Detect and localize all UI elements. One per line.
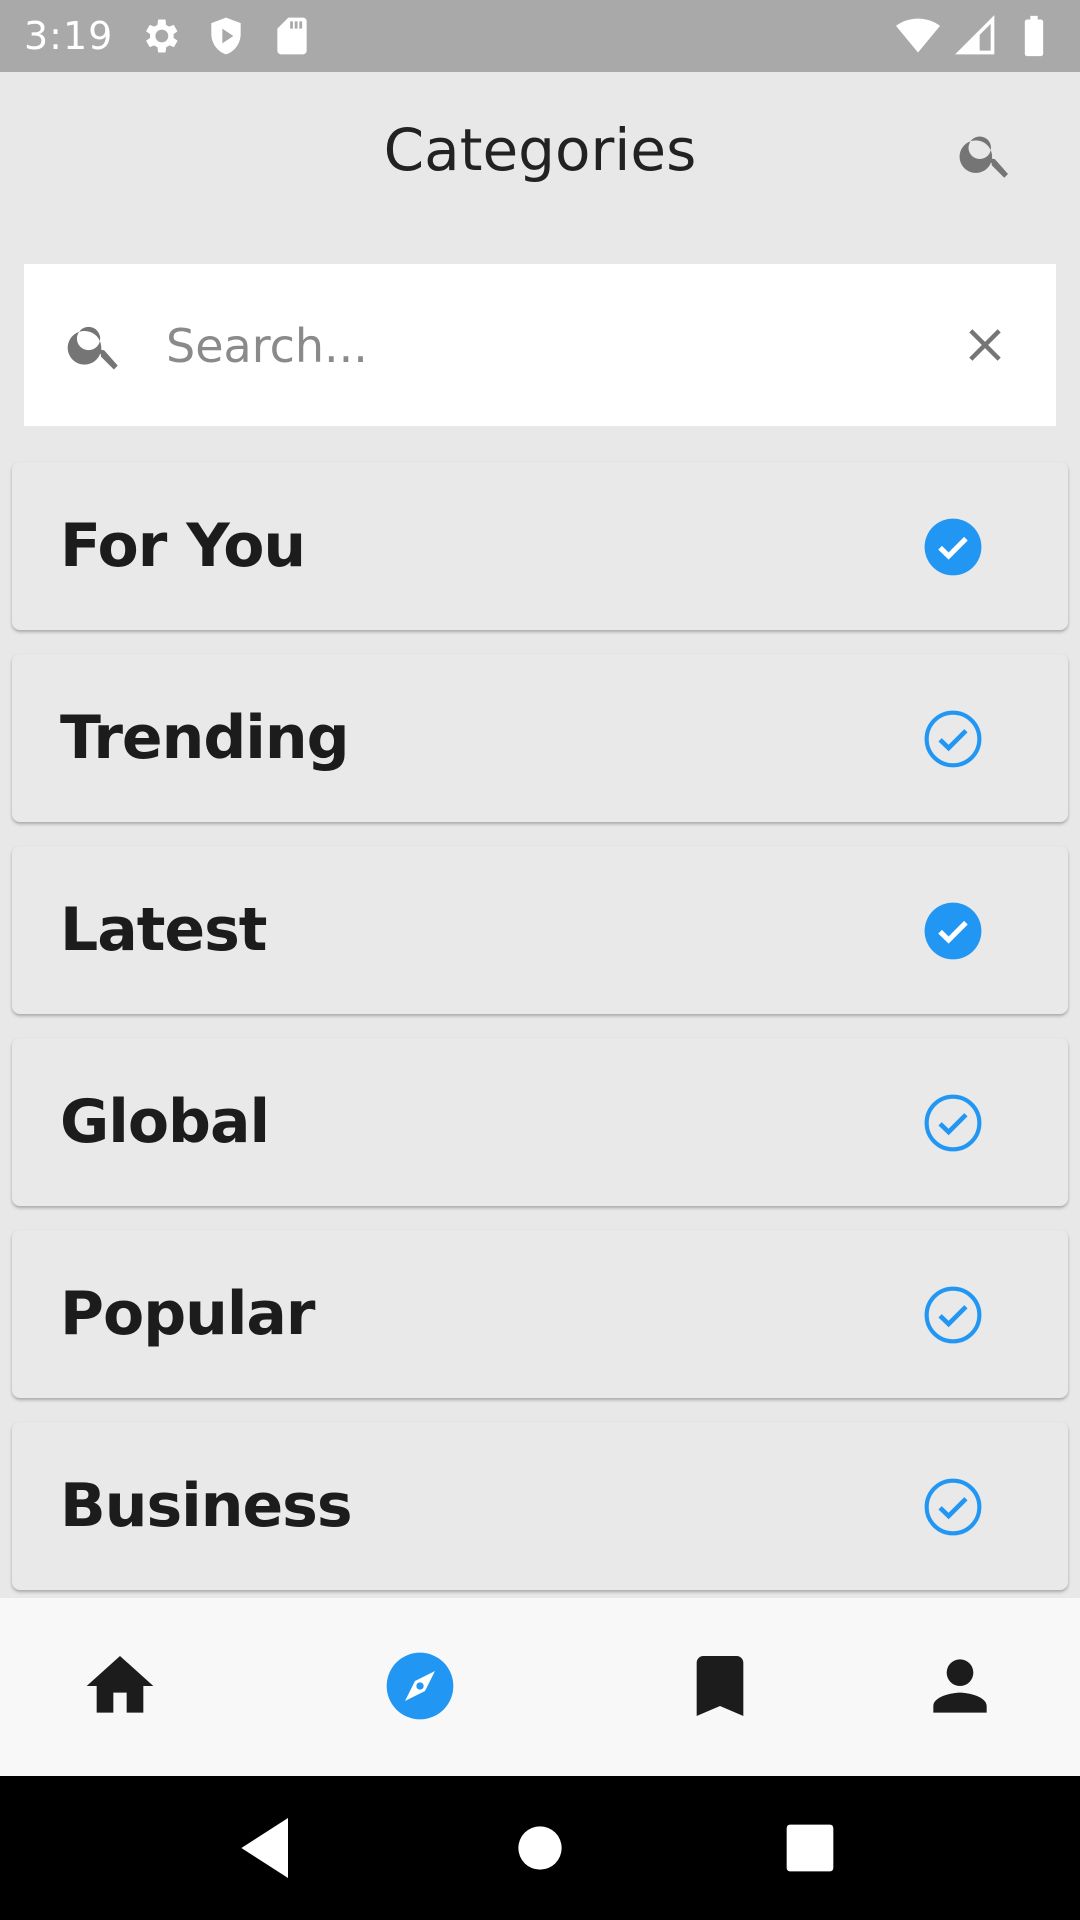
category-item-for-you[interactable]: For You — [12, 462, 1068, 630]
category-label: Popular — [60, 1279, 316, 1349]
category-item-global[interactable]: Global — [12, 1038, 1068, 1206]
status-right-icons — [896, 14, 1056, 58]
category-label: Latest — [60, 895, 267, 965]
home-icon[interactable] — [80, 1646, 160, 1726]
recents-icon[interactable] — [770, 1808, 850, 1888]
search-box — [24, 264, 1056, 426]
category-label: For You — [60, 511, 306, 581]
category-item-popular[interactable]: Popular — [12, 1230, 1068, 1398]
status-time: 3:19 — [24, 14, 114, 58]
sd-card-icon — [277, 17, 307, 55]
search-icon — [67, 326, 118, 370]
compass-icon[interactable] — [380, 1646, 460, 1726]
wifi-icon — [896, 18, 940, 53]
search-input[interactable] — [164, 304, 948, 388]
status-bar: 3:19 — [0, 0, 1080, 72]
back-icon[interactable] — [228, 1808, 308, 1888]
signal-icon — [955, 15, 995, 55]
check-circle-outline-icon[interactable] — [922, 1092, 984, 1154]
check-circle-filled-icon[interactable] — [922, 516, 984, 578]
app-bar: Categories — [0, 72, 1080, 238]
search-icon[interactable] — [956, 124, 1016, 184]
battery-icon — [1024, 15, 1044, 57]
shield-play-icon — [211, 17, 241, 55]
person-icon[interactable] — [920, 1646, 1000, 1726]
check-circle-outline-icon[interactable] — [922, 708, 984, 770]
bookmark-icon[interactable] — [680, 1646, 760, 1726]
category-label: Global — [60, 1087, 270, 1157]
category-label: Trending — [60, 703, 350, 773]
page-title: Categories — [383, 116, 697, 184]
bottom-nav — [0, 1598, 1080, 1776]
close-icon[interactable] — [958, 318, 1012, 372]
category-item-business[interactable]: Business — [12, 1422, 1068, 1590]
check-circle-outline-icon[interactable] — [922, 1476, 984, 1538]
home-circle-icon[interactable] — [500, 1808, 580, 1888]
check-circle-outline-icon[interactable] — [922, 1284, 984, 1346]
category-label: Business — [60, 1471, 353, 1541]
category-item-latest[interactable]: Latest — [12, 846, 1068, 1014]
settings-icon — [146, 19, 178, 53]
status-left-icons — [138, 14, 314, 58]
check-circle-filled-icon[interactable] — [922, 900, 984, 962]
system-nav — [0, 1776, 1080, 1920]
category-item-trending[interactable]: Trending — [12, 654, 1068, 822]
